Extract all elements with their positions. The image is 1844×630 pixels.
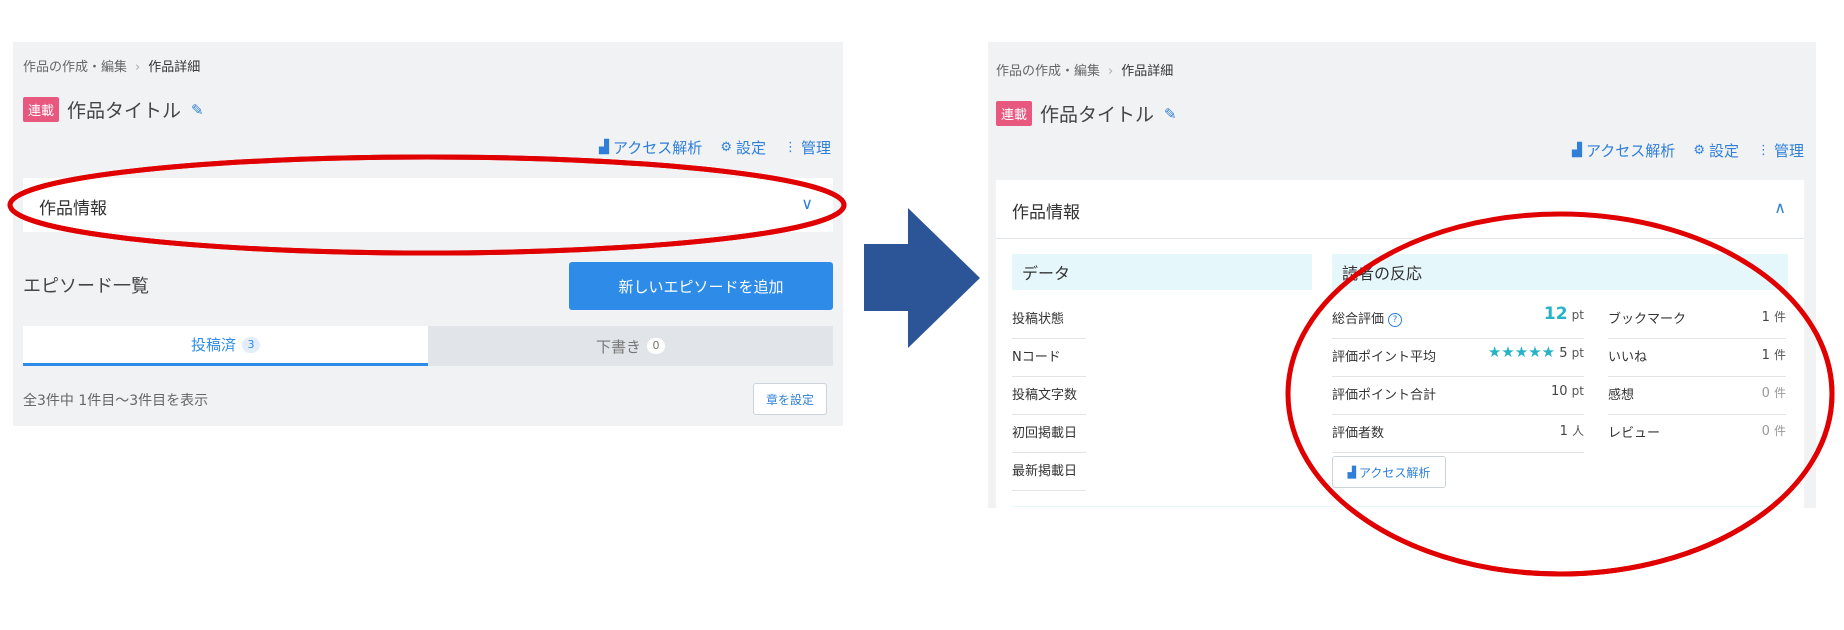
- data-row-label: 最新掲載日: [1012, 464, 1078, 479]
- star-icon: ★: [1528, 343, 1542, 361]
- access-analysis-link[interactable]: ▟ アクセス解析: [1572, 140, 1675, 161]
- row-divider: [1332, 452, 1584, 453]
- kebab-icon: ⋮: [1756, 143, 1770, 158]
- row-divider: [1012, 490, 1086, 491]
- total-rating-value: 12 pt: [1543, 304, 1584, 324]
- reaction-row-label: 評価ポイント合計: [1332, 388, 1437, 403]
- access-analysis-button[interactable]: ▟ アクセス解析: [1332, 456, 1446, 488]
- breadcrumb: 作品の作成・編集 › 作品詳細: [996, 60, 1173, 79]
- settings-link[interactable]: ⚙ 設定: [1693, 140, 1739, 161]
- row-divider: [1332, 338, 1584, 339]
- data-row-label: 投稿状態: [1012, 312, 1065, 327]
- work-info-label: 作品情報: [1012, 203, 1080, 223]
- chevron-up-icon: ∧: [1774, 198, 1786, 217]
- star-icon: ★: [1514, 343, 1529, 361]
- work-info-panel: 作品情報 ∧ データ 投稿状態 Nコード 投稿文字数 初回掲載日 最新掲載日 読…: [996, 180, 1804, 508]
- row-divider: [1012, 452, 1086, 453]
- breadcrumb-current: 作品詳細: [1121, 64, 1174, 79]
- rating-average-value: ★★★★★ 5 pt: [1487, 343, 1584, 361]
- data-section-header: データ: [1012, 254, 1312, 290]
- row-divider: [1332, 414, 1584, 415]
- reaction-row-label: 総合評価?: [1332, 308, 1403, 327]
- annotation-ellipse-left: [7, 154, 847, 256]
- review-count: 0 件: [1761, 424, 1786, 439]
- rater-count-value: 1 人: [1559, 424, 1584, 439]
- row-divider: [1012, 414, 1086, 415]
- bookmark-count: 1 件: [1761, 310, 1786, 325]
- star-icon: ★: [1501, 343, 1515, 361]
- work-info-header[interactable]: 作品情報 ∧: [996, 180, 1804, 239]
- edit-pencil-icon[interactable]: ✎: [1164, 105, 1177, 123]
- gear-icon: ⚙: [1693, 143, 1705, 158]
- reaction-row-label: いいね: [1608, 350, 1648, 365]
- header-actions: ▟ アクセス解析 ⚙ 設定 ⋮ 管理: [1554, 140, 1804, 161]
- row-divider: [1608, 376, 1786, 377]
- work-title-row: 連載 作品タイトル ✎: [996, 100, 1177, 127]
- data-row-label: Nコード: [1012, 350, 1061, 365]
- data-row-label: 初回掲載日: [1012, 426, 1078, 441]
- star-icon: ★: [1487, 343, 1502, 361]
- row-divider: [1332, 376, 1584, 377]
- reaction-row-label: ブックマーク: [1608, 312, 1687, 327]
- rating-stars: ★★★★★: [1487, 343, 1556, 361]
- right-screen-panel: 作品の作成・編集 › 作品詳細 連載 作品タイトル ✎ ▟ アクセス解析 ⚙ 設定 ⋮ 管…: [988, 42, 1816, 508]
- rating-total-value: 10 pt: [1550, 384, 1584, 399]
- chart-icon: ▟: [1347, 465, 1357, 479]
- reaction-row-label: 評価ポイント平均: [1332, 350, 1437, 365]
- like-count: 1 件: [1761, 348, 1786, 363]
- row-divider: [1012, 376, 1086, 377]
- breadcrumb-separator: ›: [1108, 64, 1114, 79]
- data-row-label: 投稿文字数: [1012, 388, 1078, 403]
- chart-icon: ▟: [1572, 143, 1583, 158]
- row-divider: [1012, 338, 1086, 339]
- star-icon: ★: [1541, 343, 1556, 361]
- right-arrow-shape: [864, 208, 980, 348]
- impression-count: 0 件: [1761, 386, 1786, 401]
- reaction-row-label: レビュー: [1608, 426, 1661, 441]
- row-divider: [1608, 414, 1786, 415]
- manage-link[interactable]: ⋮ 管理: [1757, 140, 1804, 161]
- reaction-section-header: 読者の反応: [1332, 254, 1788, 290]
- help-icon[interactable]: ?: [1388, 312, 1403, 327]
- serial-badge: 連載: [996, 101, 1033, 126]
- page-title: 作品タイトル: [1040, 104, 1155, 126]
- section-bottom-divider: [1012, 506, 1788, 507]
- reaction-row-label: 評価者数: [1332, 426, 1385, 441]
- breadcrumb-parent-link[interactable]: 作品の作成・編集: [996, 64, 1100, 79]
- row-divider: [1608, 338, 1786, 339]
- reaction-row-label: 感想: [1608, 388, 1635, 403]
